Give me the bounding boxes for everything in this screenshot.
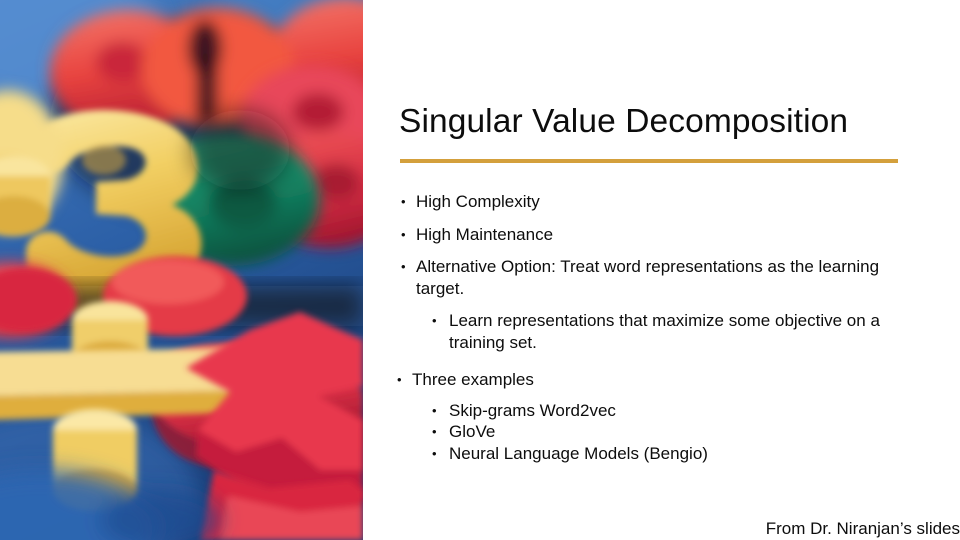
bullet-item: • High Maintenance [392, 224, 912, 246]
bullet-item: • Alternative Option: Treat word represe… [392, 256, 912, 299]
sub-bullet-item: • Learn representations that maximize so… [392, 310, 912, 353]
sub-bullet-item: • Neural Language Models (Bengio) [392, 443, 912, 465]
sub-bullet-item: • GloVe [392, 421, 912, 443]
bullet-item: • High Complexity [392, 191, 912, 213]
bullet-marker-icon: • [401, 226, 406, 242]
bullet-marker-icon: • [401, 194, 406, 209]
bullet-marker-icon: • [432, 402, 437, 418]
slide: Singular Value Decomposition • High Comp… [0, 0, 960, 540]
sub-bullet-text: GloVe [449, 422, 496, 441]
title-underline-rule [400, 159, 898, 163]
slide-title: Singular Value Decomposition [399, 103, 849, 140]
sub-bullet-item: • Skip-grams Word2vec [392, 400, 912, 422]
slide-footer-attribution: From Dr. Niranjan’s slides [765, 519, 960, 538]
bullet-text: Three examples [412, 370, 534, 389]
foam-toys-illustration [0, 0, 363, 540]
sub-bullet-text: Skip-grams Word2vec [449, 400, 616, 420]
bullet-marker-icon: • [432, 424, 437, 439]
bullet-text: High Complexity [416, 192, 540, 211]
sub-bullet-text: Neural Language Models (Bengio) [449, 443, 708, 463]
bullet-marker-icon: • [397, 372, 402, 387]
sub-bullet-text: Learn representations that maximize some… [449, 311, 880, 352]
slide-body: • High Complexity • High Maintenance • A… [392, 191, 912, 464]
bullet-marker-icon: • [432, 445, 437, 461]
bullet-text: High Maintenance [416, 224, 554, 244]
bullet-item: • Three examples [392, 369, 912, 391]
bullet-marker-icon: • [401, 259, 406, 274]
slide-image [0, 0, 363, 540]
bullet-marker-icon: • [432, 313, 437, 328]
bullet-text: Alternative Option: Treat word represent… [416, 257, 880, 298]
